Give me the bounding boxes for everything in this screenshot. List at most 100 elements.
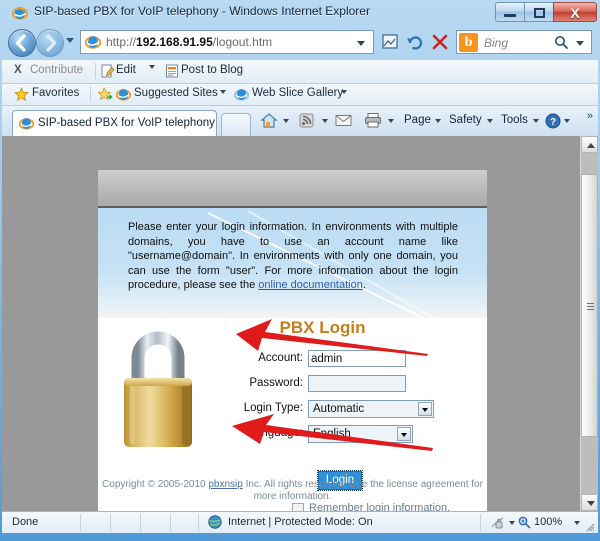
favorites-button[interactable]: Favorites — [32, 87, 79, 99]
web-slice-gallery-chevron-down-icon[interactable] — [341, 90, 347, 94]
feeds-chevron-down-icon[interactable] — [322, 119, 328, 123]
svg-text:?: ? — [550, 117, 556, 128]
minimize-button[interactable] — [495, 2, 524, 22]
intro-text: Please enter your login information. In … — [128, 220, 458, 293]
read-mail-icon[interactable] — [335, 114, 352, 132]
recent-pages-chevron-icon[interactable] — [66, 38, 74, 43]
tab-sip-based-pbx[interactable]: SIP-based PBX for VoIP telephony — [12, 110, 217, 136]
vertical-scrollbar[interactable] — [580, 136, 598, 511]
language-label: Language: — [248, 427, 303, 439]
language-select[interactable]: English — [308, 425, 413, 443]
divider — [170, 514, 171, 532]
address-path: /logout.htm — [212, 35, 273, 49]
zoom-level[interactable]: 100% — [534, 516, 562, 528]
home-chevron-down-icon[interactable] — [283, 119, 289, 123]
divider — [110, 514, 111, 532]
login-type-select[interactable]: Automatic — [308, 400, 434, 418]
status-text: Done — [12, 516, 39, 528]
triangle-up-icon — [587, 143, 595, 148]
remember-login-row[interactable]: Remember login information. — [292, 502, 522, 511]
browser-window: SIP-based PBX for VoIP telephony - Windo… — [0, 0, 600, 541]
login-type-row: Login Type: Automatic — [208, 400, 468, 421]
password-row: Password: — [208, 375, 468, 396]
suggested-sites-button[interactable]: Suggested Sites — [134, 87, 218, 99]
padlock-image — [112, 322, 204, 447]
search-icon[interactable] — [554, 35, 569, 50]
contribute-close-icon[interactable]: X — [14, 64, 22, 76]
online-documentation-link[interactable]: online documentation — [258, 279, 363, 291]
maximize-button[interactable] — [524, 2, 553, 22]
remember-login-checkbox[interactable] — [292, 503, 304, 511]
privacy-chevron-down-icon[interactable] — [509, 521, 515, 525]
chevron-down-icon[interactable] — [418, 402, 432, 416]
safety-chevron-down-icon[interactable] — [487, 119, 493, 123]
edit-icon — [101, 64, 115, 83]
stop-button[interactable] — [429, 31, 451, 53]
account-row: Account: — [208, 350, 468, 371]
ie-icon — [115, 87, 132, 107]
divider — [480, 514, 481, 532]
close-button[interactable]: X — [553, 2, 597, 22]
ie-icon — [84, 34, 102, 50]
help-icon[interactable]: ? — [545, 113, 561, 134]
copyright-after-link: Inc. All rights reserved. See the licens… — [242, 479, 483, 502]
login-form: Account: Password: Login Type: Automatic… — [208, 350, 468, 511]
bing-logo-icon: b — [459, 33, 478, 52]
status-bar: Done Internet | Protected Mode: On 100% — [2, 511, 598, 533]
address-bar[interactable]: http://192.168.91.95/logout.htm — [80, 30, 374, 54]
title-bar: SIP-based PBX for VoIP telephony - Windo… — [0, 0, 600, 26]
feeds-icon[interactable] — [298, 112, 315, 134]
home-icon[interactable] — [260, 112, 278, 135]
window-title: SIP-based PBX for VoIP telephony - Windo… — [34, 4, 370, 18]
search-chevron-down-icon[interactable] — [576, 41, 584, 46]
contribute-toolbar: X Contribute Edit Post to Blog — [2, 60, 598, 84]
edit-button[interactable]: Edit — [116, 64, 136, 76]
page-menu[interactable]: Page — [404, 114, 431, 126]
new-tab-button[interactable] — [221, 113, 251, 136]
search-input[interactable]: Bing — [484, 36, 508, 50]
suggested-sites-chevron-down-icon[interactable] — [220, 90, 226, 94]
footer-copyright: Copyright © 2005-2010 pbxnsip Inc. All r… — [98, 479, 487, 503]
back-button[interactable] — [8, 29, 36, 57]
window-controls: X — [495, 2, 597, 23]
page-title: PBX Login — [279, 318, 366, 337]
pbx-login-page: Please enter your login information. In … — [98, 170, 487, 511]
favorites-toolbar: Favorites Suggested Sites Web Slice Gall… — [2, 84, 598, 106]
print-icon[interactable] — [364, 112, 382, 134]
address-text: http://192.168.91.95/logout.htm — [106, 35, 272, 49]
compatibility-view-button[interactable] — [379, 31, 401, 53]
search-box[interactable]: b Bing — [456, 30, 592, 54]
forward-button[interactable] — [36, 29, 64, 57]
zoom-icon[interactable] — [518, 516, 531, 529]
divider — [140, 514, 141, 532]
scrollbar-thumb[interactable] — [581, 174, 598, 437]
zoom-chevron-down-icon[interactable] — [574, 521, 580, 525]
password-input[interactable] — [308, 375, 406, 392]
scroll-up-button[interactable] — [581, 136, 598, 153]
refresh-button[interactable] — [404, 31, 426, 53]
page-chevron-down-icon[interactable] — [435, 119, 441, 123]
toolbar-overflow-button[interactable]: » — [587, 110, 593, 122]
safety-menu[interactable]: Safety — [449, 114, 482, 126]
remember-login-label: Remember login information. — [309, 502, 451, 511]
tools-chevron-down-icon[interactable] — [533, 119, 539, 123]
pbxnsip-link[interactable]: pbxnsip — [208, 479, 242, 490]
grip-line — [587, 303, 594, 304]
post-to-blog-button[interactable]: Post to Blog — [181, 64, 243, 76]
contribute-button[interactable]: Contribute — [30, 64, 83, 76]
web-slice-gallery-button[interactable]: Web Slice Gallery — [252, 87, 343, 99]
divider — [90, 86, 91, 102]
scroll-down-button[interactable] — [581, 494, 598, 511]
privacy-icon[interactable] — [490, 516, 505, 535]
chevron-down-icon[interactable] — [397, 427, 411, 441]
tools-menu[interactable]: Tools — [501, 114, 528, 126]
edit-chevron-down-icon[interactable] — [149, 65, 155, 69]
resize-grip[interactable] — [584, 520, 596, 532]
help-chevron-down-icon[interactable] — [564, 119, 570, 123]
print-chevron-down-icon[interactable] — [388, 119, 394, 123]
account-input[interactable] — [308, 350, 406, 367]
login-type-value: Automatic — [313, 403, 365, 415]
minimize-icon — [504, 14, 516, 17]
chevron-down-icon[interactable] — [357, 41, 365, 46]
grip-line — [587, 309, 594, 310]
